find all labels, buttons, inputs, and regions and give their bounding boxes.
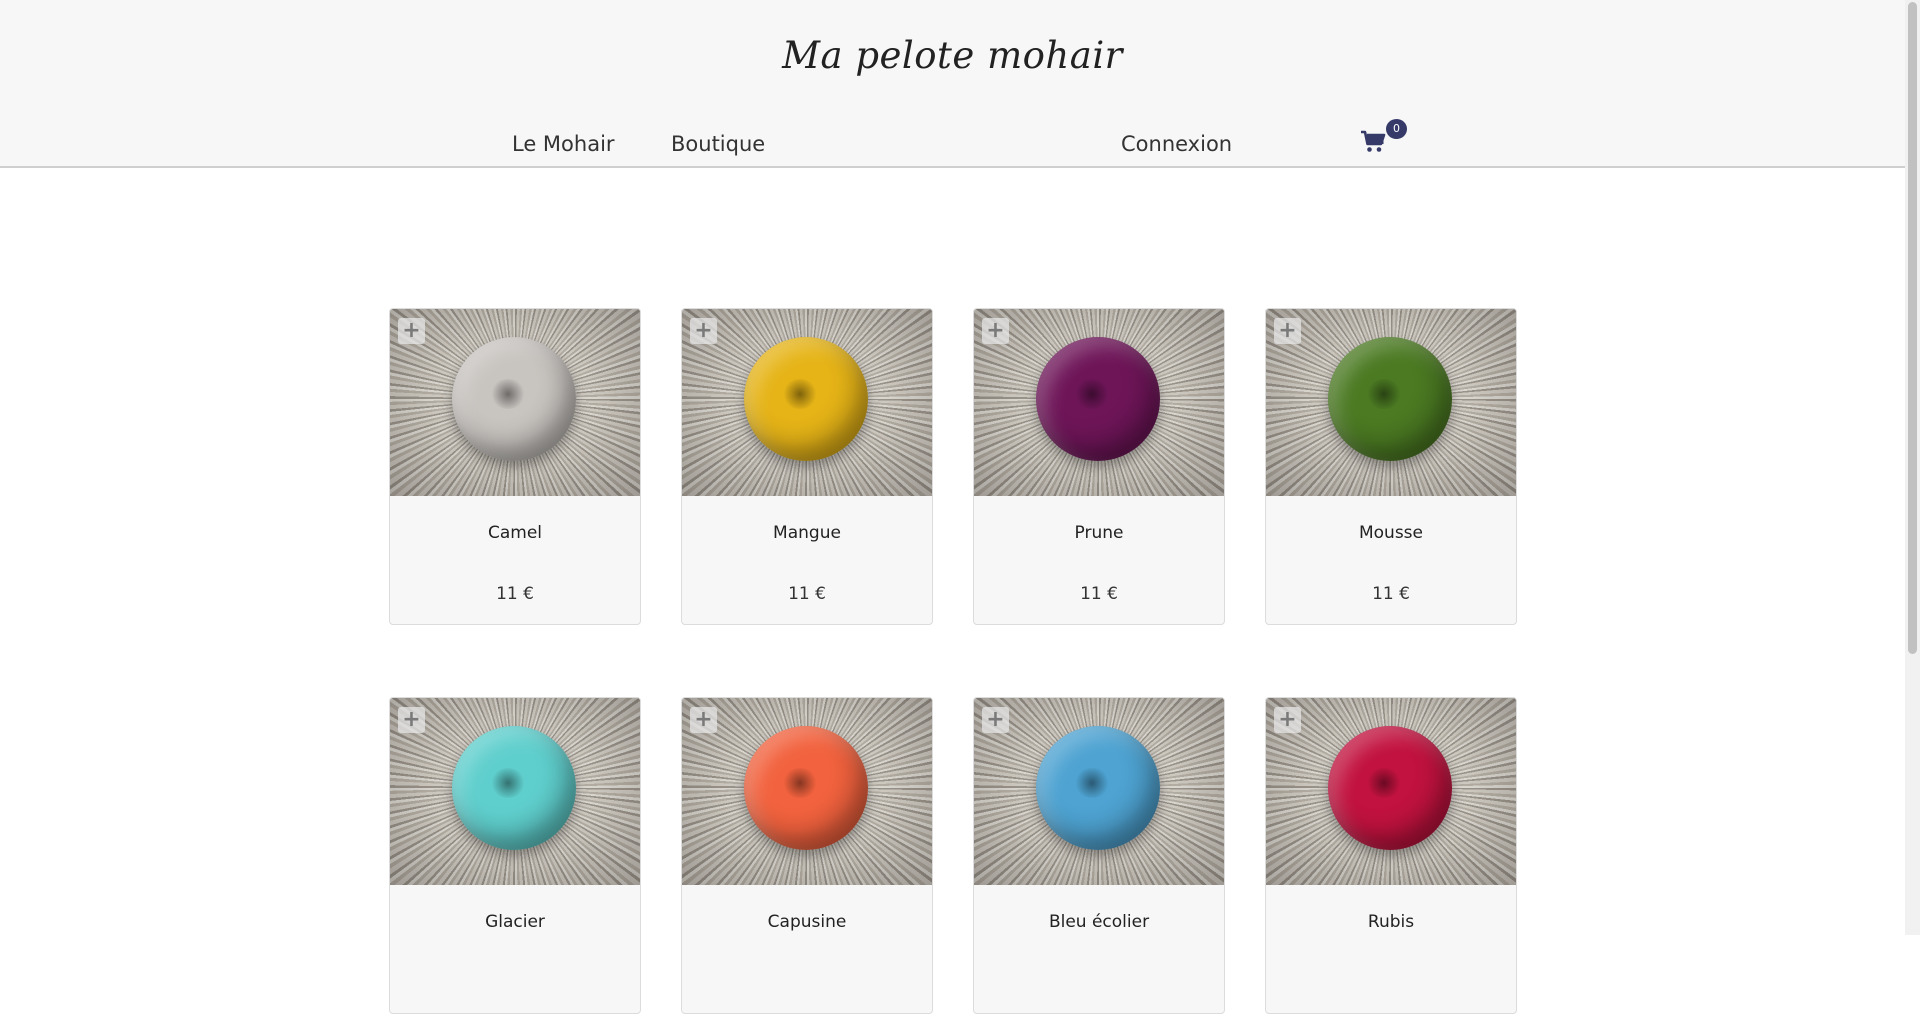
product-name[interactable]: Camel: [390, 523, 640, 543]
product-image[interactable]: +: [390, 309, 640, 496]
yarn-ball-image: [1328, 337, 1452, 461]
product-card[interactable]: + Prune 11 €: [973, 308, 1225, 625]
yarn-ball-image: [452, 726, 576, 850]
plus-icon: +: [986, 707, 1005, 732]
brand-logo[interactable]: Ma pelote mohair: [0, 34, 1905, 77]
product-name[interactable]: Prune: [974, 523, 1224, 543]
product-image[interactable]: +: [682, 698, 932, 885]
product-price: 11 €: [1372, 584, 1410, 604]
nav-connexion[interactable]: Connexion: [1121, 132, 1232, 156]
cart-icon: [1361, 130, 1386, 152]
cart-count-badge: 0: [1386, 119, 1407, 139]
product-card[interactable]: + Mousse 11 €: [1265, 308, 1517, 625]
add-to-cart-button[interactable]: +: [1274, 707, 1301, 733]
nav-le-mohair[interactable]: Le Mohair: [512, 132, 615, 156]
yarn-ball-image: [1328, 726, 1452, 850]
product-name[interactable]: Glacier: [390, 912, 640, 932]
plus-icon: +: [402, 318, 421, 343]
add-to-cart-button[interactable]: +: [982, 707, 1009, 733]
yarn-ball-image: [1036, 337, 1160, 461]
add-to-cart-button[interactable]: +: [982, 318, 1009, 344]
cart-button[interactable]: 0: [1358, 118, 1407, 162]
product-card[interactable]: + Glacier: [389, 697, 641, 1014]
product-image[interactable]: +: [1266, 309, 1516, 496]
product-image[interactable]: +: [1266, 698, 1516, 885]
product-name[interactable]: Rubis: [1266, 912, 1516, 932]
product-image[interactable]: +: [974, 698, 1224, 885]
product-card[interactable]: + Bleu écolier: [973, 697, 1225, 1014]
product-name[interactable]: Mousse: [1266, 523, 1516, 543]
plus-icon: +: [402, 707, 421, 732]
product-card[interactable]: + Camel 11 €: [389, 308, 641, 625]
yarn-ball-image: [744, 337, 868, 461]
product-name[interactable]: Mangue: [682, 523, 932, 543]
product-price: 11 €: [1080, 584, 1118, 604]
product-card[interactable]: + Rubis: [1265, 697, 1517, 1014]
add-to-cart-button[interactable]: +: [1274, 318, 1301, 344]
add-to-cart-button[interactable]: +: [690, 318, 717, 344]
product-image[interactable]: +: [390, 698, 640, 885]
yarn-ball-image: [1036, 726, 1160, 850]
page-scrollbar[interactable]: [1905, 0, 1920, 935]
product-card[interactable]: + Mangue 11 €: [681, 308, 933, 625]
product-price: 11 €: [788, 584, 826, 604]
add-to-cart-button[interactable]: +: [398, 707, 425, 733]
product-name[interactable]: Capusine: [682, 912, 932, 932]
add-to-cart-button[interactable]: +: [398, 318, 425, 344]
product-image[interactable]: +: [682, 309, 932, 496]
plus-icon: +: [694, 707, 713, 732]
plus-icon: +: [694, 318, 713, 343]
site-header: Ma pelote mohair Le Mohair Boutique Conn…: [0, 0, 1905, 168]
plus-icon: +: [1278, 707, 1297, 732]
yarn-ball-image: [452, 337, 576, 461]
product-price: 11 €: [496, 584, 534, 604]
plus-icon: +: [986, 318, 1005, 343]
scrollbar-thumb[interactable]: [1908, 2, 1917, 654]
product-card[interactable]: + Capusine: [681, 697, 933, 1014]
product-name[interactable]: Bleu écolier: [974, 912, 1224, 932]
nav-boutique[interactable]: Boutique: [671, 132, 765, 156]
yarn-ball-image: [744, 726, 868, 850]
plus-icon: +: [1278, 318, 1297, 343]
product-image[interactable]: +: [974, 309, 1224, 496]
add-to-cart-button[interactable]: +: [690, 707, 717, 733]
